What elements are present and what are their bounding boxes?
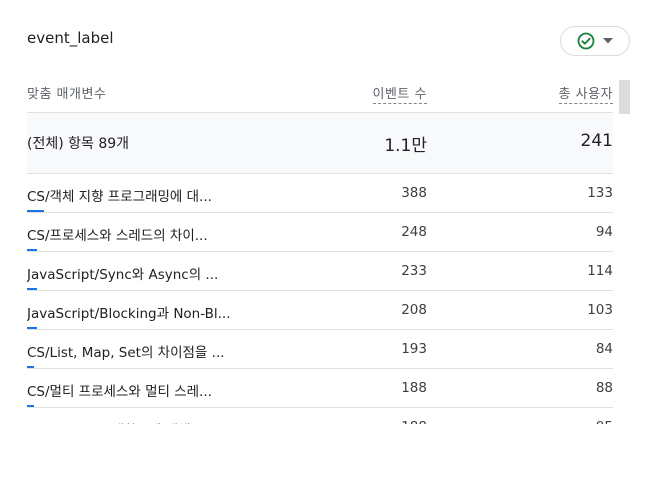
row-event-count: 388 — [401, 185, 427, 201]
table-row[interactable]: CS/프로세스와 스레드의 차이... 248 94 — [27, 213, 613, 252]
row-label[interactable]: JavaScript/Blocking과 Non-Bl... — [27, 302, 267, 322]
row-total-users: 84 — [595, 341, 613, 357]
totals-label: (전체) 항목 89개 — [27, 136, 130, 152]
row-total-users: 95 — [596, 419, 613, 424]
table-row[interactable]: CS/List, Map, Set의 차이점을 ... 193 84 — [27, 330, 613, 369]
totals-event-count: 1.1만 — [384, 136, 427, 156]
row-label[interactable]: CS/프로세스와 스레드의 차이... — [27, 224, 267, 244]
row-label[interactable]: CS/List, Map, Set의 차이점을 ... — [27, 341, 267, 361]
scrollbar-thumb[interactable] — [619, 80, 630, 114]
row-total-users: 114 — [587, 263, 613, 279]
row-event-count: 208 — [401, 302, 427, 318]
event-label-card: event_label 맞춤 매개변수 이벤트 수 총 사용자 (전체) 항목 … — [0, 0, 656, 480]
row-total-users: 88 — [595, 380, 613, 396]
row-share-bar — [27, 210, 44, 212]
header-total-users[interactable]: 총 사용자 — [558, 83, 613, 104]
table-row[interactable]: CS/멀티 프로세스와 멀티 스레... 188 88 — [27, 369, 613, 408]
table-body: CS/객체 지향 프로그래밍에 대... 388 133 CS/프로세스와 스레드의 … — [27, 174, 613, 424]
row-label[interactable]: CS/멀티 프로세스와 멀티 스레... — [27, 380, 267, 400]
row-share-bar — [27, 405, 34, 407]
header-dimension[interactable]: 맞춤 매개변수 — [27, 83, 106, 102]
row-event-count: 188 — [401, 419, 427, 424]
row-event-count: 188 — [401, 380, 427, 396]
status-dropdown-button[interactable] — [560, 26, 630, 56]
check-circle-icon — [577, 32, 595, 50]
table-row[interactable]: JavaScript/콜백함수에 대해... 188 95 — [27, 408, 613, 424]
row-total-users: 133 — [587, 185, 613, 201]
row-share-bar — [27, 249, 37, 251]
totals-total-users: 241 — [580, 131, 613, 151]
table-header: 맞춤 매개변수 이벤트 수 총 사용자 — [27, 75, 613, 113]
row-label[interactable]: CS/객체 지향 프로그래밍에 대... — [27, 185, 267, 205]
totals-row: (전체) 항목 89개 1.1만 241 — [27, 113, 613, 174]
card-title: event_label — [27, 29, 114, 47]
caret-down-icon — [603, 38, 613, 44]
data-table: 맞춤 매개변수 이벤트 수 총 사용자 (전체) 항목 89개 1.1만 241… — [27, 75, 613, 424]
row-event-count: 193 — [401, 341, 427, 357]
row-total-users: 103 — [587, 302, 613, 318]
row-label[interactable]: JavaScript/Sync와 Async의 ... — [27, 263, 267, 283]
table-viewport: 맞춤 매개변수 이벤트 수 총 사용자 (전체) 항목 89개 1.1만 241… — [0, 75, 656, 424]
table-row[interactable]: JavaScript/Sync와 Async의 ... 233 114 — [27, 252, 613, 291]
table-row[interactable]: JavaScript/Blocking과 Non-Bl... 208 103 — [27, 291, 613, 330]
row-event-count: 233 — [401, 263, 427, 279]
row-share-bar — [27, 327, 37, 329]
row-share-bar — [27, 366, 34, 368]
row-share-bar — [27, 288, 37, 290]
row-total-users: 94 — [595, 224, 613, 240]
header-event-count[interactable]: 이벤트 수 — [372, 83, 427, 104]
row-label[interactable]: JavaScript/콜백함수에 대해... — [27, 419, 267, 424]
table-row[interactable]: CS/객체 지향 프로그래밍에 대... 388 133 — [27, 174, 613, 213]
row-event-count: 248 — [401, 224, 427, 240]
